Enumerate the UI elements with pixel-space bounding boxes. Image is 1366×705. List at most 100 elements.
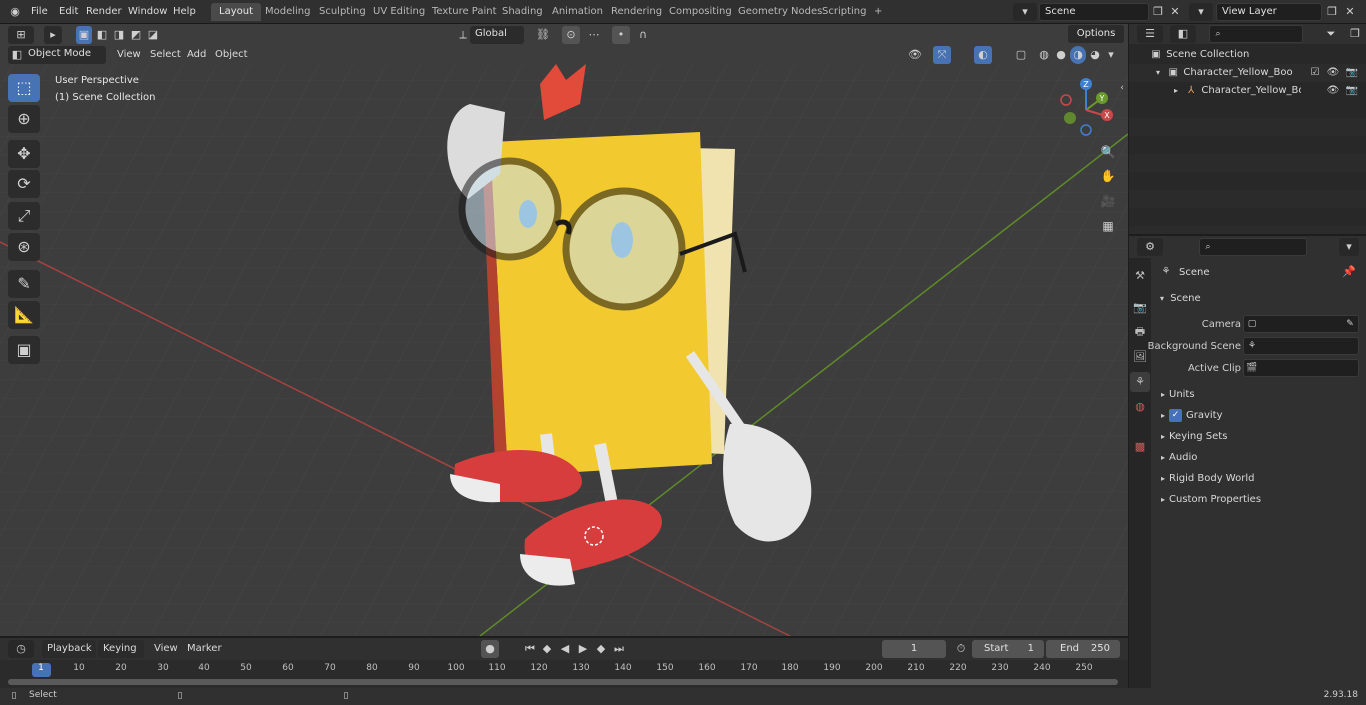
snap-icon[interactable]: ⊙ <box>562 26 580 44</box>
tool-add-cube[interactable]: ▣ <box>8 336 40 364</box>
transform-orientation-select[interactable]: Global <box>470 26 524 44</box>
viewport-menu-view[interactable]: View <box>112 46 146 64</box>
tool-transform[interactable]: ⊛ <box>8 233 40 261</box>
gizmo-toggle-icon[interactable]: ⤧ <box>933 46 951 64</box>
properties-editor-type-icon[interactable]: ⚙ <box>1137 238 1163 256</box>
render-tab-icon[interactable]: 📷 <box>1130 298 1150 318</box>
tool-tab-icon[interactable]: ⚒ <box>1130 266 1150 286</box>
camera-view-icon[interactable]: 🎥 <box>1097 190 1119 212</box>
timeline-editor-type-icon[interactable]: ◷ <box>8 640 34 658</box>
tab-texture-paint[interactable]: Texture Paint <box>424 3 505 21</box>
select-tool-icon[interactable]: ▸ <box>44 26 62 44</box>
visibility-icon[interactable]: 👁 <box>902 46 928 64</box>
navigation-gizmo[interactable]: Z Y X <box>1058 74 1122 138</box>
scene-name-field[interactable]: Scene <box>1039 3 1149 21</box>
tab-animation[interactable]: Animation <box>544 3 611 21</box>
timeline-menu-keying[interactable]: Keying <box>98 640 144 658</box>
3d-viewport[interactable]: ⊞ ▸ ▣ ◧ ◨ ◩ ◪ ⟂ Global ⛓ ⊙ ⋯ • ∩ Options… <box>0 24 1128 636</box>
tool-move[interactable]: ✥ <box>8 140 40 168</box>
viewport-menu-object[interactable]: Object <box>210 46 253 64</box>
timeline-scrollbar[interactable] <box>8 679 1118 685</box>
tool-annotate[interactable]: ✎ <box>8 270 40 298</box>
viewport-menu-add[interactable]: Add <box>182 46 211 64</box>
menu-edit[interactable]: Edit <box>54 3 83 21</box>
camera-render-icon[interactable]: 📷 <box>1345 82 1359 100</box>
pin-icon[interactable]: 📌 <box>1341 263 1357 281</box>
new-scene-icon[interactable]: ❐ <box>1150 3 1166 21</box>
new-view-layer-icon[interactable]: ❐ <box>1324 3 1340 21</box>
expand-arrow-icon[interactable]: ▾ <box>1153 64 1163 82</box>
eye-icon[interactable]: 👁 <box>1326 64 1340 82</box>
gravity-panel-header[interactable]: ▸ ✓ Gravity <box>1157 405 1366 426</box>
properties-options-icon[interactable]: ▾ <box>1339 238 1359 256</box>
select-subtract-icon[interactable]: ◨ <box>111 26 127 44</box>
audio-panel-header[interactable]: ▸ Audio <box>1157 447 1366 468</box>
delete-view-layer-icon[interactable]: ✕ <box>1342 3 1358 21</box>
tool-measure[interactable]: 📐 <box>8 301 40 329</box>
gravity-checkbox[interactable]: ✓ <box>1169 408 1182 422</box>
timeline-menu-marker[interactable]: Marker <box>182 640 227 658</box>
background-scene-field[interactable] <box>1243 337 1359 355</box>
jump-start-icon[interactable]: ⏮ <box>522 640 538 658</box>
outliner-editor-type-icon[interactable]: ☰ <box>1137 25 1163 43</box>
camera-render-icon[interactable]: 📷 <box>1345 64 1359 82</box>
outliner-row-scene-collection[interactable]: ▣ Scene Collection <box>1129 46 1366 64</box>
select-extend-icon[interactable]: ◧ <box>94 26 110 44</box>
preview-range-icon[interactable]: ⏱ <box>953 640 969 658</box>
filter-icon[interactable]: ⏷ <box>1319 25 1343 43</box>
add-workspace-button[interactable]: + <box>866 3 890 21</box>
tool-cursor[interactable]: ⊕ <box>8 105 40 133</box>
tab-uv-editing[interactable]: UV Editing <box>365 3 433 21</box>
menu-help[interactable]: Help <box>168 3 201 21</box>
blender-logo-icon[interactable]: ◉ <box>6 3 24 21</box>
timeline-menu-view[interactable]: View <box>149 640 183 658</box>
active-clip-field[interactable] <box>1243 359 1359 377</box>
tool-rotate[interactable]: ⟳ <box>8 170 40 198</box>
rigid-body-panel-header[interactable]: ▸ Rigid Body World <box>1157 468 1366 489</box>
tab-shading[interactable]: Shading <box>494 3 551 21</box>
tab-compositing[interactable]: Compositing <box>661 3 740 21</box>
tab-layout[interactable]: Layout <box>211 3 261 21</box>
display-mode-icon[interactable]: ◧ <box>1170 25 1196 43</box>
eye-icon[interactable]: 👁 <box>1326 82 1340 100</box>
wireframe-shading-icon[interactable]: ◍ <box>1036 46 1052 64</box>
overlay-toggle-icon[interactable]: ◐ <box>974 46 992 64</box>
select-box-mode-icon[interactable]: ▣ <box>76 26 92 44</box>
jump-end-icon[interactable]: ⏭ <box>611 640 627 658</box>
menu-file[interactable]: File <box>26 3 53 21</box>
eyedropper-icon[interactable]: ✎ <box>1343 315 1357 333</box>
view-layer-icon[interactable]: ▾ <box>1189 3 1213 21</box>
solid-shading-icon[interactable]: ● <box>1053 46 1069 64</box>
menu-window[interactable]: Window <box>123 3 172 21</box>
options-dropdown[interactable]: Options <box>1068 25 1124 43</box>
camera-field[interactable] <box>1243 315 1359 333</box>
collapse-arrow-icon[interactable]: ▸ <box>1171 82 1181 100</box>
pan-hand-icon[interactable]: ✋ <box>1097 165 1119 187</box>
current-frame-field[interactable]: 1 <box>882 640 946 658</box>
keying-sets-panel-header[interactable]: ▸ Keying Sets <box>1157 426 1366 447</box>
units-panel-header[interactable]: ▸ Units <box>1157 384 1366 405</box>
perspective-toggle-icon[interactable]: ▦ <box>1097 215 1119 237</box>
delete-scene-icon[interactable]: ✕ <box>1167 3 1183 21</box>
texture-tab-icon[interactable]: ▩ <box>1130 437 1150 457</box>
record-icon[interactable]: ● <box>481 640 499 658</box>
editor-type-icon[interactable]: ⊞ <box>8 26 34 44</box>
shading-options-icon[interactable]: ▾ <box>1104 46 1118 64</box>
new-collection-icon[interactable]: ❐ <box>1347 25 1363 43</box>
play-reverse-icon[interactable]: ◀ <box>557 640 573 658</box>
properties-search-input[interactable] <box>1199 238 1307 256</box>
proportional-edit-icon[interactable]: • <box>612 26 630 44</box>
scene-tab-icon[interactable]: ⚘ <box>1130 372 1150 392</box>
tab-modeling[interactable]: Modeling <box>257 3 319 21</box>
tool-select-box[interactable]: ⬚ <box>8 74 40 102</box>
prev-keyframe-icon[interactable]: ◆ <box>539 640 555 658</box>
snap-target-icon[interactable]: ⋯ <box>582 26 606 44</box>
end-frame-field[interactable]: End 250 <box>1046 640 1120 658</box>
scene-icon[interactable]: ▾ <box>1013 3 1037 21</box>
pivot-point-icon[interactable]: ⛓ <box>530 26 556 44</box>
material-shading-icon[interactable]: ◑ <box>1070 46 1086 64</box>
output-tab-icon[interactable]: 🖶 <box>1130 322 1150 342</box>
exclude-checkbox-icon[interactable]: ☑ <box>1309 64 1321 82</box>
falloff-icon[interactable]: ∩ <box>632 26 654 44</box>
tool-scale[interactable]: ⤢ <box>8 202 40 230</box>
